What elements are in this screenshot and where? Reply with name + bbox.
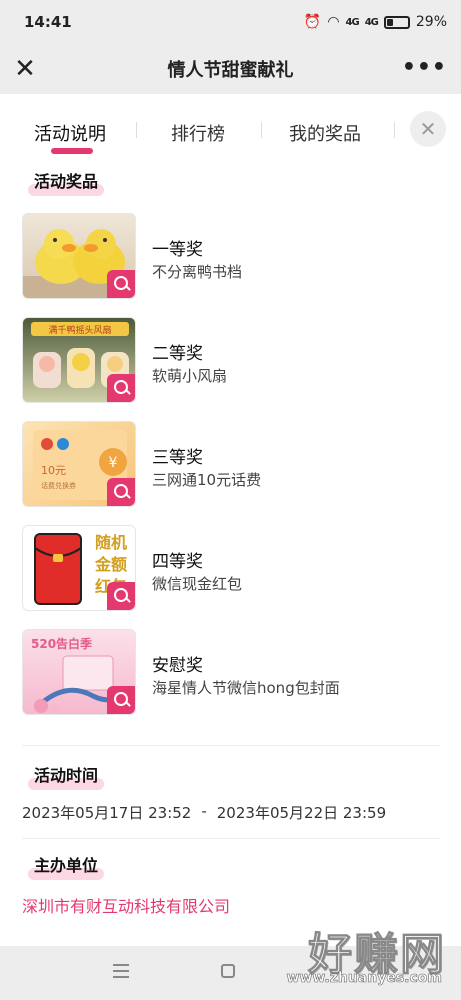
prize-name: 安慰奖 xyxy=(152,656,203,676)
zoom-icon[interactable] xyxy=(107,374,135,402)
tab-leaderboard[interactable]: 排行榜 xyxy=(171,120,225,146)
prize-image[interactable]: 10元 话费兑换券 ¥ xyxy=(22,421,136,507)
prize-name: 三等奖 xyxy=(152,448,203,468)
more-options-icon[interactable]: ••• xyxy=(402,54,447,82)
thumb-text-line-1: 随机 xyxy=(95,533,127,552)
time-section-title: 活动时间 xyxy=(28,762,105,790)
tab-activity-info[interactable]: 活动说明 xyxy=(34,120,106,146)
tab-divider xyxy=(136,122,137,138)
menu-icon[interactable] xyxy=(113,964,129,978)
prizes-section-title: 活动奖品 xyxy=(28,168,105,196)
prizes-section-label: 活动奖品 xyxy=(34,172,99,191)
organizer-name[interactable]: 深圳市有财互动科技有限公司 xyxy=(22,893,230,917)
prize-item-fourth: 随机 金额 红包 四等奖 微信现金红包 xyxy=(22,525,442,611)
battery-icon xyxy=(383,15,410,29)
thumb-amount: 10元 xyxy=(41,464,66,477)
battery-level: 29% xyxy=(415,14,447,30)
end-time: 2023年05月22日 23:59 xyxy=(216,804,387,822)
home-icon[interactable] xyxy=(221,964,235,978)
prize-item-first: 一等奖 不分离鸭书档 xyxy=(22,213,442,299)
time-section-label: 活动时间 xyxy=(34,766,99,785)
section-divider xyxy=(22,838,440,839)
zoom-icon[interactable] xyxy=(107,478,135,506)
prize-desc: 微信现金红包 xyxy=(152,575,243,593)
prize-item-second: 满千鸭摇头风扇 二等奖 软萌小风扇 xyxy=(22,317,442,403)
wifi-icon: ◠ xyxy=(327,14,340,30)
prize-image[interactable]: 520告白季 xyxy=(22,629,136,715)
thumb-caption: 满千鸭摇头风扇 xyxy=(48,324,111,336)
prize-desc: 海星情人节微信hong包封面 xyxy=(152,679,340,697)
signal-icon-2: 4G xyxy=(364,16,379,28)
watermark: 好赚网 www.zhuanyes.com xyxy=(250,918,450,996)
prize-name: 四等奖 xyxy=(152,552,203,572)
thumb-subtitle: 话费兑换券 xyxy=(41,481,76,490)
section-divider xyxy=(22,745,440,746)
page-title: 情人节甜蜜献礼 xyxy=(167,60,294,81)
prize-image[interactable]: 随机 金额 红包 xyxy=(22,525,136,611)
zoom-icon[interactable] xyxy=(107,270,135,298)
status-icons: ⏰ ◠ 4G 4G 29% xyxy=(304,14,447,30)
status-time: 14:41 xyxy=(24,13,72,31)
start-time: 2023年05月17日 23:52 xyxy=(22,804,192,822)
yen-icon: ¥ xyxy=(109,455,118,471)
close-icon[interactable]: ✕ xyxy=(10,54,40,84)
tab-my-prizes[interactable]: 我的奖品 xyxy=(289,120,361,146)
prize-desc: 三网通10元话费 xyxy=(152,471,262,489)
prize-image[interactable] xyxy=(22,213,136,299)
prize-item-third: 10元 话费兑换券 ¥ 三等奖 三网通10元话费 xyxy=(22,421,442,507)
tab-active-indicator xyxy=(51,148,93,154)
tab-divider xyxy=(394,122,395,138)
title-bar: ✕ 情人节甜蜜献礼 ••• xyxy=(0,44,461,94)
tab-divider xyxy=(261,122,262,138)
zoom-icon[interactable] xyxy=(107,582,135,610)
prize-image[interactable]: 满千鸭摇头风扇 xyxy=(22,317,136,403)
activity-time: 2023年05月17日 23:52 - 2023年05月22日 23:59 xyxy=(22,802,386,823)
prize-name: 二等奖 xyxy=(152,344,203,364)
thumb-caption: 520告白季 xyxy=(31,636,93,651)
signal-icon: 4G xyxy=(345,16,360,28)
alarm-icon: ⏰ xyxy=(303,14,322,30)
zoom-icon[interactable] xyxy=(107,686,135,714)
org-section-label: 主办单位 xyxy=(34,856,99,875)
prize-item-consolation: 520告白季 安慰奖 海星情人节微信hong包封面 xyxy=(22,629,442,715)
prize-name: 一等奖 xyxy=(152,240,203,260)
watermark-url: www.zhuanyes.com xyxy=(286,970,442,987)
org-section-title: 主办单位 xyxy=(28,852,105,880)
status-bar: 14:41 ⏰ ◠ 4G 4G 29% xyxy=(0,0,461,44)
prize-desc: 不分离鸭书档 xyxy=(152,263,243,281)
time-separator: - xyxy=(201,802,207,820)
prize-desc: 软萌小风扇 xyxy=(152,367,228,385)
close-panel-icon[interactable]: ✕ xyxy=(410,111,446,147)
thumb-text-line-2: 金额 xyxy=(94,555,127,574)
